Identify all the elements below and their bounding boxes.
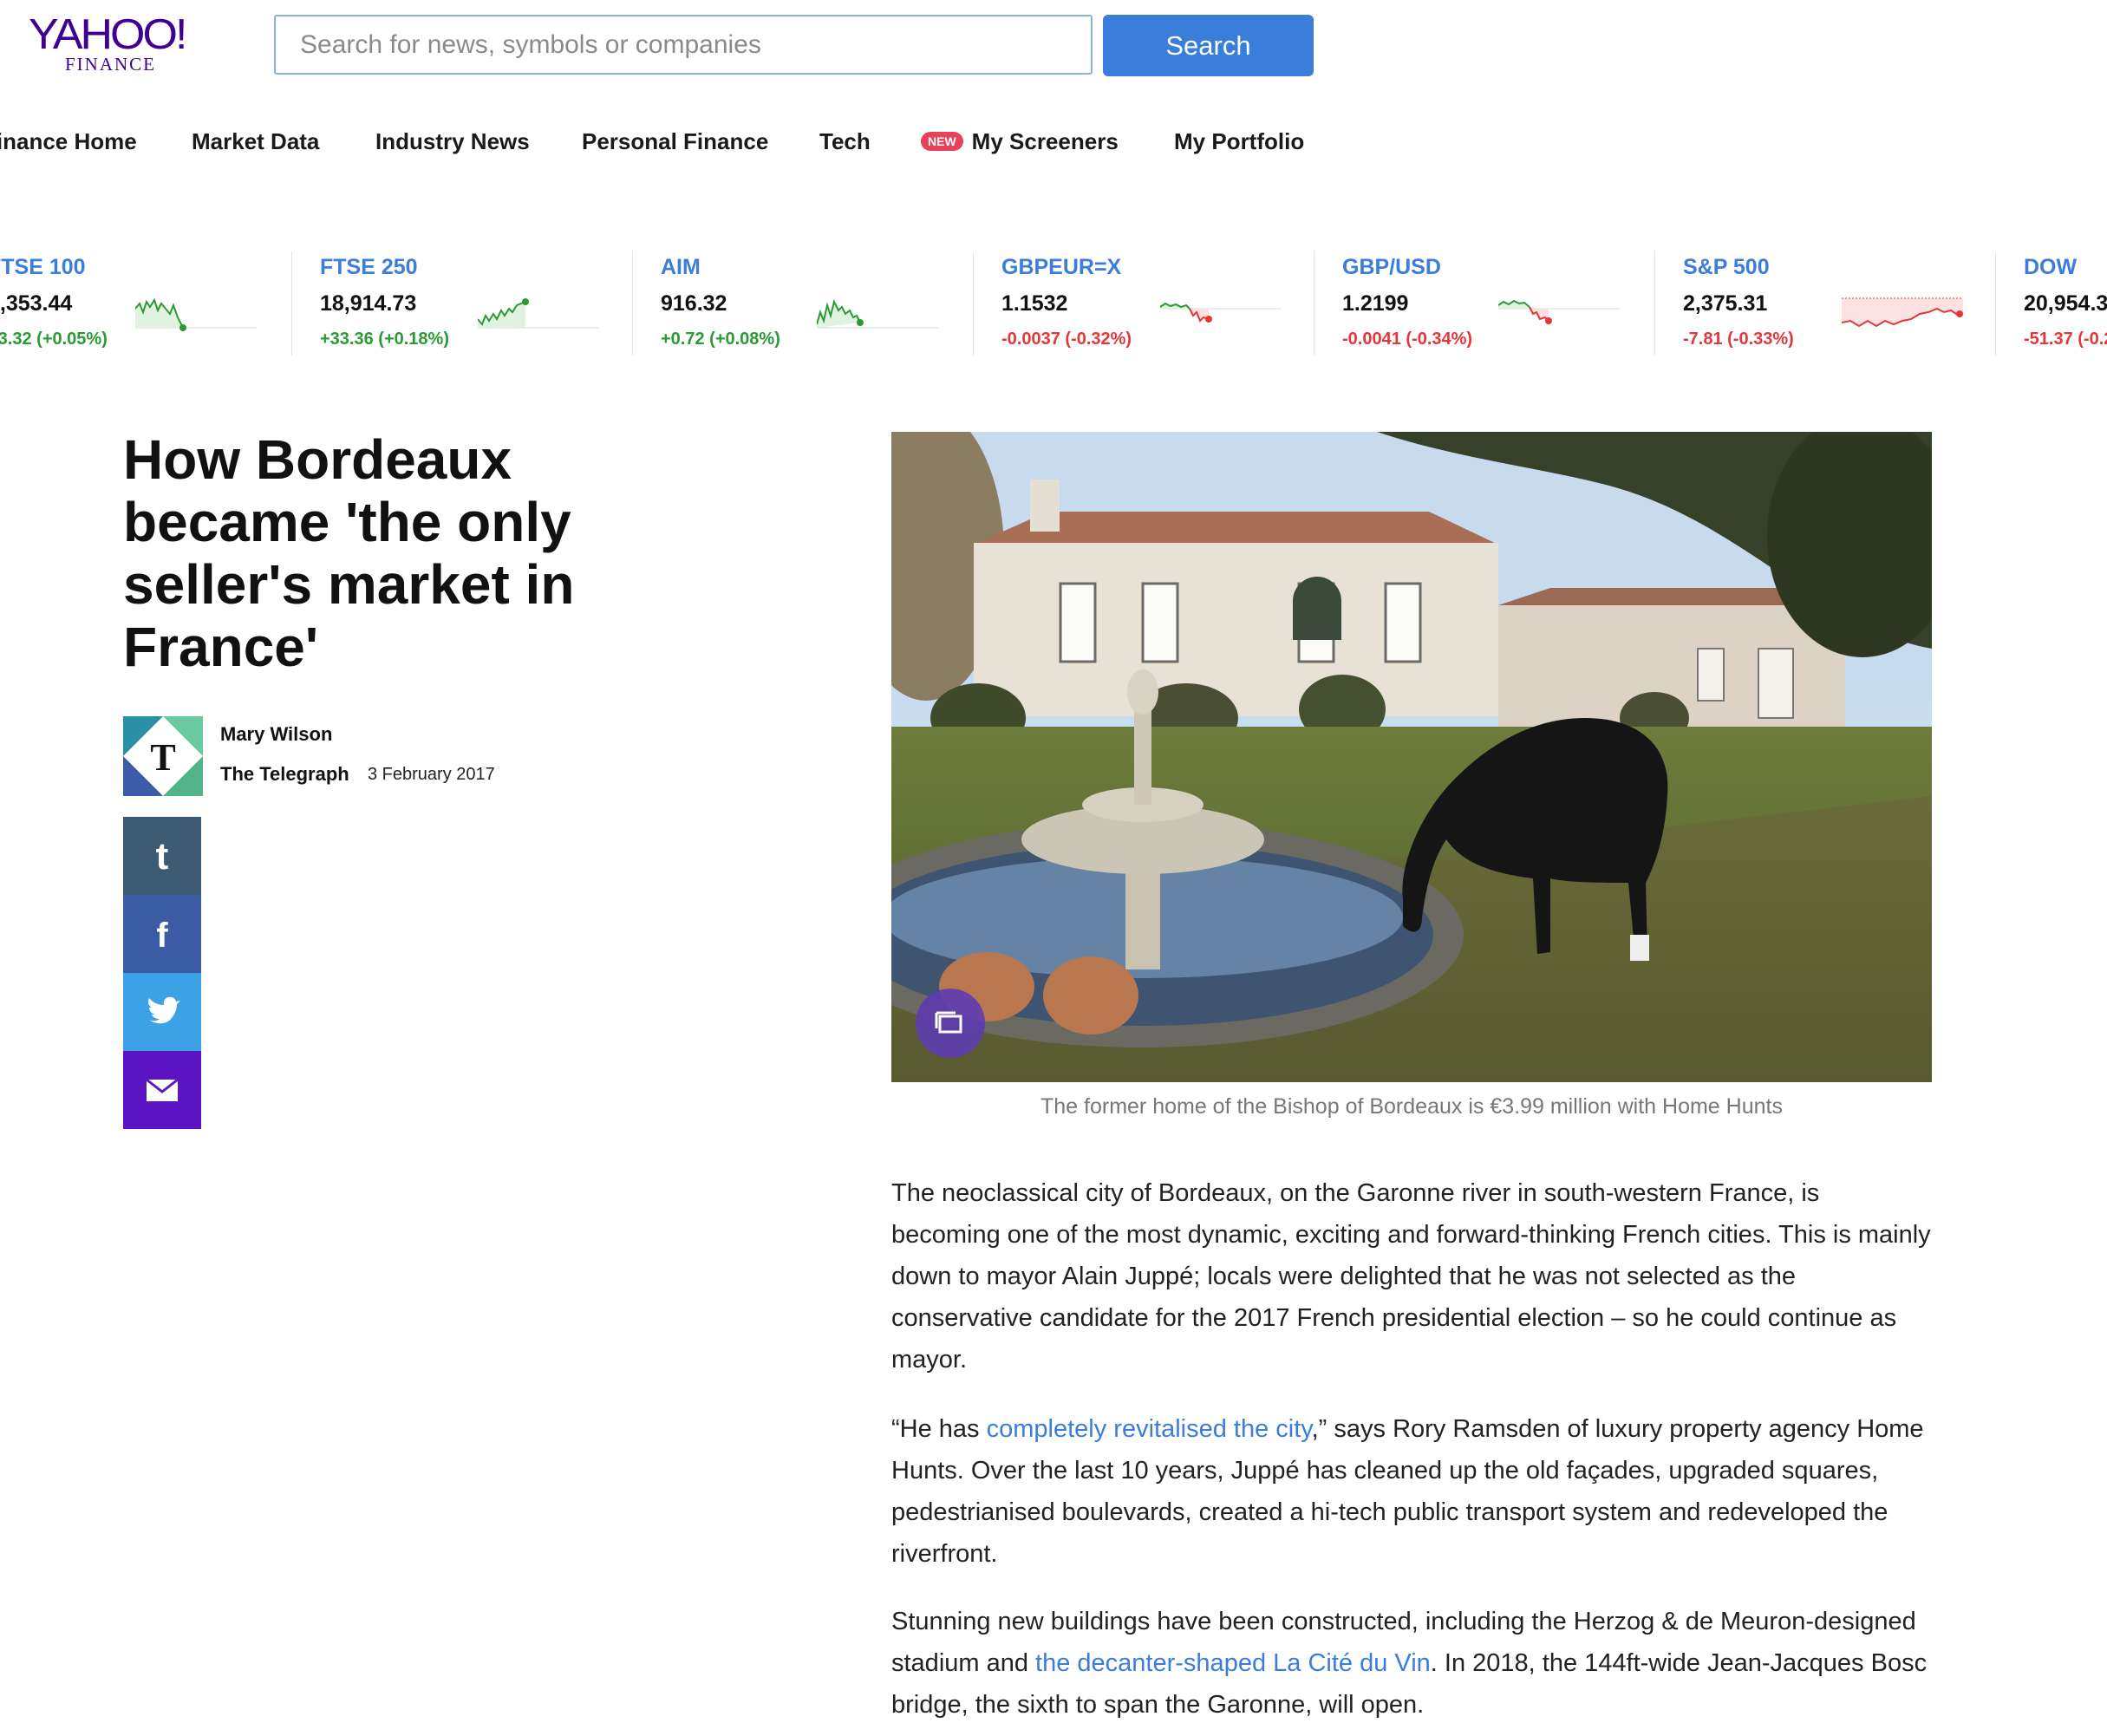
ticker-item[interactable]: FTSE 100 7,353.44 +3.32 (+0.05%)	[0, 251, 329, 356]
bishop-house-photo	[891, 432, 1932, 1082]
svg-text:T: T	[150, 736, 175, 779]
sparkline-chart	[135, 297, 257, 331]
market-ticker: FTSE 100 7,353.44 +3.32 (+0.05%) FTSE 25…	[0, 251, 2107, 364]
revitalised-city-link[interactable]: completely revitalised the city	[987, 1415, 1312, 1443]
share-facebook-button[interactable]: f	[123, 895, 201, 973]
facebook-icon: f	[156, 917, 168, 955]
ticker-price: 18,914.73	[320, 291, 417, 316]
article-paragraph: “He has completely revitalised the city,…	[891, 1408, 1932, 1575]
ticker-symbol: FTSE 100	[0, 255, 86, 279]
nav-my-screeners[interactable]: NEW My Screeners	[921, 128, 1119, 155]
ticker-divider	[1995, 251, 1996, 356]
author-name[interactable]: Mary Wilson	[220, 723, 332, 746]
ticker-symbol: GBPEUR=X	[1001, 255, 1122, 279]
ticker-change: -0.0041 (-0.34%)	[1342, 330, 1473, 349]
sparkline-chart	[1160, 302, 1282, 323]
yahoo-finance-logo[interactable]: YAHOO! FINANCE	[29, 10, 193, 75]
article-headline: How Bordeaux became 'the only seller's m…	[123, 428, 575, 678]
logo-text: YAHOO!	[29, 10, 187, 59]
ticker-item[interactable]: AIM 916.32 +0.72 (+0.08%)	[661, 251, 1001, 356]
ticker-item[interactable]: FTSE 250 18,914.73 +33.36 (+0.18%)	[320, 251, 661, 356]
ticker-item[interactable]: DOW 20,954.34 -51.37 (-0.24%)	[2024, 251, 2107, 356]
ticker-change: +0.72 (+0.08%)	[661, 330, 780, 349]
logo-subtext: FINANCE	[65, 54, 157, 75]
sparkline-chart	[478, 298, 599, 329]
tumblr-icon: t	[156, 835, 169, 878]
ticker-divider	[1654, 251, 1655, 356]
share-mail-button[interactable]	[123, 1051, 201, 1129]
paragraph-text: “He has	[891, 1415, 987, 1443]
ticker-price: 7,353.44	[0, 291, 73, 316]
ticker-item[interactable]: GBP/USD 1.2199 -0.0041 (-0.34%)	[1342, 251, 1683, 356]
share-twitter-button[interactable]	[123, 973, 201, 1051]
ticker-item[interactable]: GBPEUR=X 1.1532 -0.0037 (-0.32%)	[1001, 251, 1342, 356]
mail-icon	[146, 1078, 179, 1101]
share-tumblr-button[interactable]: t	[123, 817, 201, 895]
svg-text:t: t	[156, 835, 169, 878]
ticker-symbol: DOW	[2024, 255, 2078, 279]
ticker-change: -7.81 (-0.33%)	[1683, 330, 1794, 349]
ticker-symbol: FTSE 250	[320, 255, 418, 279]
ticker-divider	[291, 251, 292, 356]
svg-text:f: f	[156, 917, 168, 955]
ticker-change: -0.0037 (-0.32%)	[1001, 330, 1132, 349]
new-badge: NEW	[921, 132, 963, 151]
nav-market-data[interactable]: Market Data	[192, 128, 319, 155]
sparkline-chart	[817, 299, 938, 329]
nav-industry-news[interactable]: Industry News	[375, 128, 530, 155]
article-paragraph: Stunning new buildings have been constru…	[891, 1601, 1932, 1726]
ticker-price: 1.2199	[1342, 291, 1409, 316]
nav-my-screeners-label: My Screeners	[971, 128, 1119, 154]
hero-image[interactable]	[891, 432, 1932, 1082]
ticker-symbol: S&P 500	[1683, 255, 1770, 279]
ticker-price: 916.32	[661, 291, 727, 316]
twitter-icon	[148, 996, 180, 1024]
ticker-symbol: GBP/USD	[1342, 255, 1441, 279]
ticker-change: +33.36 (+0.18%)	[320, 330, 449, 349]
ticker-divider	[973, 251, 974, 356]
ticker-symbol: AIM	[661, 255, 701, 279]
sparkline-chart	[1498, 299, 1620, 324]
cite-du-vin-link[interactable]: the decanter-shaped La Cité du Vin	[1035, 1649, 1431, 1677]
publish-date: 3 February 2017	[368, 765, 495, 784]
ticker-change: -51.37 (-0.24%)	[2024, 330, 2107, 349]
nav-my-portfolio[interactable]: My Portfolio	[1174, 128, 1304, 155]
image-caption: The former home of the Bishop of Bordeau…	[1040, 1094, 1783, 1119]
ticker-price: 20,954.34	[2024, 291, 2107, 316]
article-paragraph: The neoclassical city of Bordeaux, on th…	[891, 1179, 1931, 1374]
search-input[interactable]	[274, 15, 1093, 75]
publication-name[interactable]: The Telegraph	[220, 763, 349, 786]
ticker-change: +3.32 (+0.05%)	[0, 330, 108, 349]
nav-tech[interactable]: Tech	[819, 128, 871, 155]
ticker-price: 2,375.31	[1683, 291, 1768, 316]
ticker-item[interactable]: S&P 500 2,375.31 -7.81 (-0.33%)	[1683, 251, 2024, 356]
nav-personal-finance[interactable]: Personal Finance	[582, 128, 768, 155]
nav-finance-home[interactable]: Finance Home	[0, 128, 137, 155]
search-button[interactable]: Search	[1103, 15, 1314, 76]
ticker-divider	[632, 251, 633, 356]
telegraph-logo[interactable]: T	[123, 716, 203, 796]
sparkline-chart	[1842, 297, 1963, 328]
ticker-price: 1.1532	[1001, 291, 1068, 316]
